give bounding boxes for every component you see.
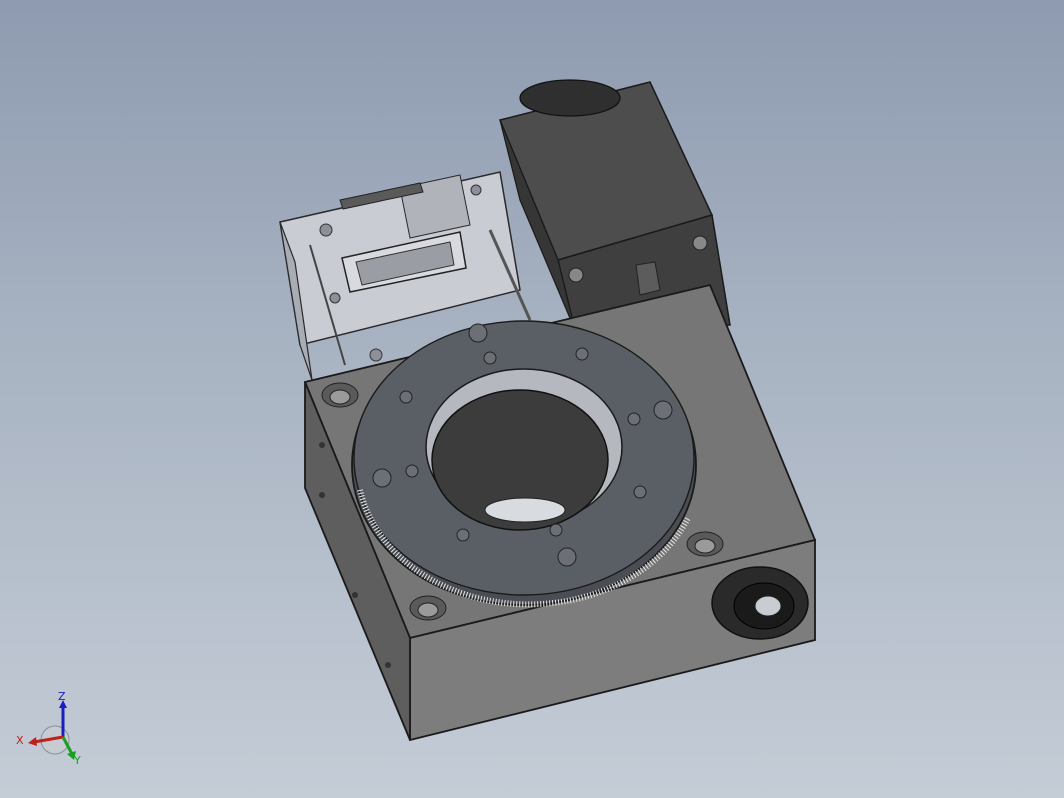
y-axis-label: Y xyxy=(73,754,81,767)
x-axis-head xyxy=(28,737,37,746)
rotary-ring xyxy=(351,320,697,608)
orientation-triad: Z X Y xyxy=(16,690,81,767)
cad-viewport[interactable]: Z X Y xyxy=(0,0,1064,798)
rotation-stage-model[interactable] xyxy=(0,0,1064,798)
lock-knob xyxy=(711,566,809,640)
z-axis-label: Z xyxy=(58,690,66,703)
x-axis-label: X xyxy=(16,734,24,747)
